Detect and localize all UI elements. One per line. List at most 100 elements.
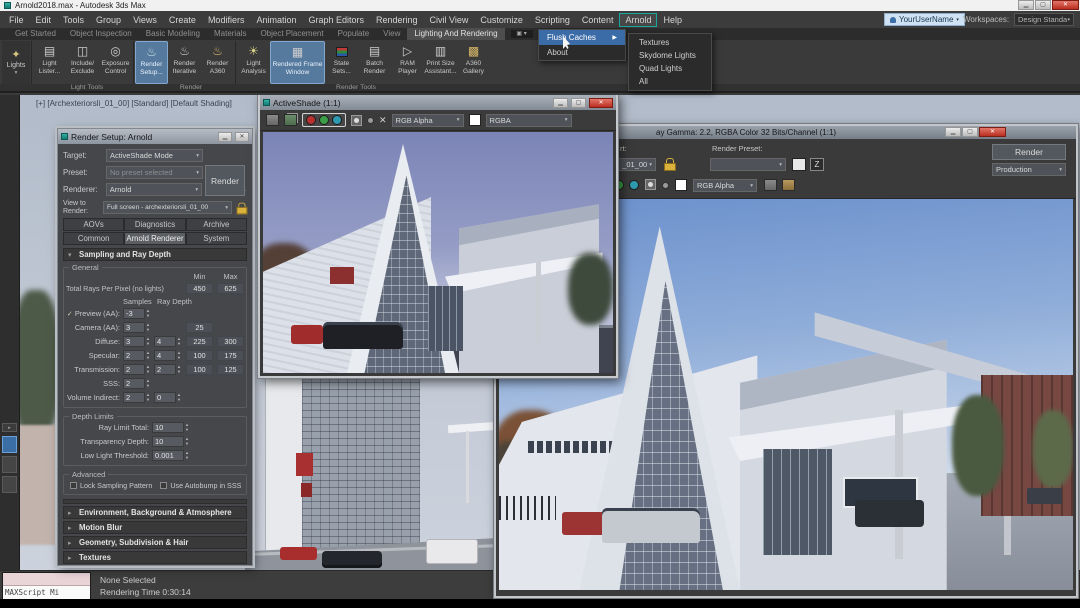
- rfw-lock-button[interactable]: [663, 158, 675, 170]
- workspace-dropdown[interactable]: Design Standard▾: [1014, 13, 1074, 26]
- diffuse-samples-spinner[interactable]: 3▲▼: [123, 336, 150, 347]
- activeshade-alpha-channel-button[interactable]: [351, 115, 362, 126]
- rfw-blue-channel-button[interactable]: [629, 180, 639, 190]
- menu-modifiers[interactable]: Modifiers: [202, 13, 251, 27]
- diffuse-depth-spinner[interactable]: 4▲▼: [154, 336, 181, 347]
- maxscript-listener-input[interactable]: MAXScript Mi: [3, 586, 90, 599]
- menu-rendering[interactable]: Rendering: [370, 13, 424, 27]
- ribbon-options-button[interactable]: ▣ ▾: [511, 30, 533, 38]
- sss-samples-spinner[interactable]: 2▲▼: [123, 378, 150, 389]
- rfw-save-icon[interactable]: [782, 179, 795, 191]
- activeshade-format-dropdown[interactable]: RGBA▾: [486, 114, 572, 127]
- rfw-minimize-button[interactable]: ▁: [945, 127, 961, 137]
- volume-depth-spinner[interactable]: 0▲▼: [154, 392, 181, 403]
- menu-file[interactable]: File: [3, 13, 30, 27]
- batch-render-button[interactable]: ▤ Batch Render: [358, 41, 391, 84]
- ribbon-tab-materials[interactable]: Materials: [207, 28, 253, 40]
- menu-graph-editors[interactable]: Graph Editors: [302, 13, 370, 27]
- activeshade-red-channel-button[interactable]: [306, 115, 316, 125]
- rfw-close-button[interactable]: ✕: [979, 127, 1006, 137]
- activeshade-maximize-button[interactable]: ▢: [571, 98, 586, 108]
- submenu-item-textures[interactable]: Textures: [629, 36, 711, 49]
- menu-scripting[interactable]: Scripting: [529, 13, 576, 27]
- rollout-textures[interactable]: ▸Textures: [63, 551, 247, 564]
- activeshade-color-swatch[interactable]: [469, 114, 481, 126]
- rfw-gamma-icon[interactable]: Z: [810, 158, 824, 171]
- render-setup-titlebar[interactable]: Render Setup: Arnold ▁ ✕: [58, 129, 252, 144]
- menu-tools[interactable]: Tools: [57, 13, 90, 27]
- rfw-clone-icon[interactable]: [764, 179, 777, 191]
- menu-group[interactable]: Group: [90, 13, 127, 27]
- a360-gallery-button[interactable]: ▩ A360 Gallery: [457, 41, 490, 84]
- menu-arnold[interactable]: Arnold: [619, 13, 657, 27]
- activeshade-mono-channel-button[interactable]: [367, 117, 374, 124]
- preview-samples-spinner[interactable]: -3▲▼: [123, 308, 150, 319]
- menu-civil-view[interactable]: Civil View: [424, 13, 475, 27]
- print-size-assistant-button[interactable]: ▥ Print Size Assistant...: [424, 41, 457, 84]
- low-light-threshold-spinner[interactable]: 0.001▲▼: [152, 450, 189, 461]
- ribbon-tab-lighting-rendering[interactable]: Lighting And Rendering: [407, 28, 504, 40]
- volume-samples-spinner[interactable]: 2▲▼: [123, 392, 150, 403]
- ray-limit-total-spinner[interactable]: 10▲▼: [152, 422, 189, 433]
- menu-item-flush-caches[interactable]: Flush Caches▶: [539, 30, 625, 45]
- rollout-sampling[interactable]: ▾ Sampling and Ray Depth: [63, 248, 247, 261]
- rollout-environment[interactable]: ▸Environment, Background & Atmosphere: [63, 506, 247, 519]
- render-setup-render-button[interactable]: Render: [205, 165, 245, 196]
- submenu-item-quad-lights[interactable]: Quad Lights: [629, 62, 711, 75]
- app-maximize-button[interactable]: ▢: [1035, 0, 1051, 10]
- ribbon-tab-get-started[interactable]: Get Started: [8, 28, 63, 40]
- state-sets-button[interactable]: State Sets...: [325, 41, 358, 84]
- menu-edit[interactable]: Edit: [30, 13, 58, 27]
- activeshade-minimize-button[interactable]: ▁: [553, 98, 568, 108]
- activeshade-green-channel-button[interactable]: [319, 115, 329, 125]
- rollout-motion-blur[interactable]: ▸Motion Blur: [63, 521, 247, 534]
- preview-check-icon[interactable]: ✓: [67, 311, 73, 318]
- left-strip-active-button[interactable]: [2, 436, 17, 453]
- ribbon-tab-populate[interactable]: Populate: [331, 28, 377, 40]
- lights-button[interactable]: ✦ Lights ▼: [2, 41, 30, 84]
- view-lock-button[interactable]: [236, 202, 247, 213]
- rendered-frame-window-button[interactable]: ▦ Rendered Frame Window: [270, 41, 325, 84]
- render-setup-button[interactable]: ♨ Render Setup...: [135, 41, 168, 84]
- rfw-channel-dropdown[interactable]: RGB Alpha▾: [693, 179, 757, 192]
- menu-item-about[interactable]: About: [539, 45, 625, 60]
- rollout-geometry[interactable]: ▸Geometry, Subdivision & Hair: [63, 536, 247, 549]
- tab-system[interactable]: System: [186, 232, 247, 245]
- rfw-snapshot-icon[interactable]: [792, 158, 806, 171]
- light-analysis-button[interactable]: ☀ Light Analysis: [237, 41, 270, 84]
- specular-samples-spinner[interactable]: 2▲▼: [123, 350, 150, 361]
- viewport-label[interactable]: [+] [Archexteriorsli_01_00] [Standard] […: [36, 99, 232, 108]
- tab-archive[interactable]: Archive: [186, 218, 247, 231]
- maxscript-mini-listener[interactable]: MAXScript Mi: [2, 572, 91, 599]
- menu-animation[interactable]: Animation: [250, 13, 302, 27]
- tab-diagnostics[interactable]: Diagnostics: [124, 218, 185, 231]
- activeshade-titlebar[interactable]: ActiveShade (1:1) ▁ ▢ ✕: [260, 95, 616, 110]
- render-setup-minimize-button[interactable]: ▁: [218, 132, 232, 142]
- target-dropdown[interactable]: ActiveShade Mode▾: [106, 149, 203, 162]
- tab-common[interactable]: Common: [63, 232, 124, 245]
- ribbon-tab-view[interactable]: View: [376, 28, 407, 40]
- tab-arnold-renderer[interactable]: Arnold Renderer: [124, 232, 185, 245]
- menu-help[interactable]: Help: [657, 13, 688, 27]
- specular-depth-spinner[interactable]: 4▲▼: [154, 350, 181, 361]
- transmission-samples-spinner[interactable]: 2▲▼: [123, 364, 150, 375]
- view-to-render-dropdown[interactable]: Full screen - archexteriorsli_01_00▾: [103, 201, 232, 214]
- autobump-sss-checkbox[interactable]: [160, 482, 167, 489]
- left-strip-arrow-button[interactable]: ▸: [2, 423, 17, 432]
- submenu-item-skydome-lights[interactable]: Skydome Lights: [629, 49, 711, 62]
- activeshade-save-icon[interactable]: [266, 114, 279, 126]
- rfw-render-button[interactable]: Render: [992, 144, 1066, 160]
- activeshade-close-button[interactable]: ✕: [589, 98, 613, 108]
- rfw-mono-channel-button[interactable]: [662, 182, 669, 189]
- render-setup-close-button[interactable]: ✕: [235, 132, 249, 142]
- activeshade-close-channels-icon[interactable]: ✕: [379, 115, 387, 126]
- rfw-clear-color-swatch[interactable]: [675, 179, 687, 191]
- menu-customize[interactable]: Customize: [474, 13, 529, 27]
- activeshade-blue-channel-button[interactable]: [332, 115, 342, 125]
- lock-sampling-checkbox[interactable]: [70, 482, 77, 489]
- activeshade-clone-icon[interactable]: [284, 114, 297, 126]
- ribbon-tab-object-placement[interactable]: Object Placement: [253, 28, 330, 40]
- renderer-dropdown[interactable]: Arnold▾: [106, 183, 202, 196]
- submenu-item-all[interactable]: All: [629, 75, 711, 88]
- menu-views[interactable]: Views: [127, 13, 163, 27]
